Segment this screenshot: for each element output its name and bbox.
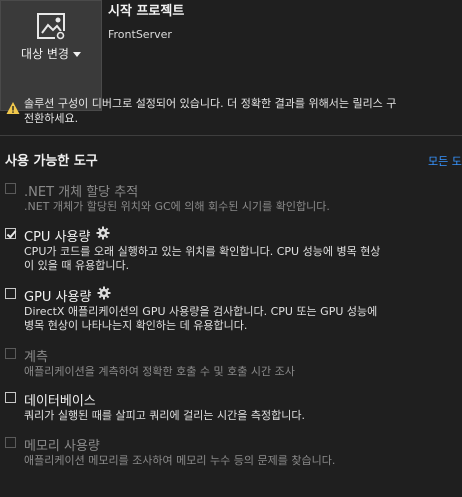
- tool-description: 애플리케이션을 계측하여 정확한 호출 수 및 호출 시간 조사: [24, 365, 295, 378]
- tool-name: GPU 사용량: [24, 290, 92, 305]
- start-project-name: FrontServer: [108, 28, 172, 41]
- tool-checkbox: [5, 183, 16, 194]
- warning-line-1: 솔루션 구성이 디버그로 설정되어 있습니다. 더 정확한 결과를 위해서는 릴…: [24, 97, 397, 110]
- warning-icon: [6, 102, 20, 114]
- tool-name: 메모리 사용량: [24, 439, 100, 454]
- tool-item: GPU 사용량 DirectX 애플리케이션의 GPU 사용량을 검사합니다. C…: [5, 286, 445, 344]
- change-target-button[interactable]: 대상 변경: [0, 0, 102, 111]
- tool-checkbox[interactable]: [5, 228, 16, 239]
- available-tools-title: 사용 가능한 도구: [5, 154, 98, 169]
- tool-checkbox: [5, 348, 16, 359]
- tool-name: .NET 개체 할당 추적: [24, 185, 139, 200]
- change-target-label: 대상 변경: [1, 45, 101, 62]
- tool-description: .NET 개체가 할당된 위치와 GC에 의해 회수된 시기를 확인합니다.: [24, 200, 330, 213]
- tool-name: 데이터베이스: [24, 394, 96, 409]
- target-app-icon: [37, 13, 66, 40]
- show-all-tools-link[interactable]: 모든 도: [428, 153, 462, 169]
- settings-gear-icon[interactable]: [96, 226, 110, 240]
- tool-description: 쿼리가 실행된 때를 살피고 쿼리에 걸리는 시간을 측정합니다.: [24, 409, 305, 422]
- tool-description: 애플리케이션 메모리를 조사하여 메모리 누수 등의 문제를 찾습니다.: [24, 454, 336, 467]
- tool-name: 계측: [24, 350, 48, 365]
- settings-gear-icon[interactable]: [97, 286, 111, 300]
- tool-item: 메모리 사용량 애플리케이션 메모리를 조사하여 메모리 누수 등의 문제를 찾습…: [5, 435, 445, 493]
- tool-item: CPU 사용량 CPU가 코드를 오래 실행하고 있는 위치를 확인합니다. CP…: [5, 226, 445, 284]
- tool-checkbox: [5, 437, 16, 448]
- tool-checkbox[interactable]: [5, 392, 16, 403]
- warning-line-2: 전환하세요.: [24, 112, 79, 125]
- tool-name: CPU 사용량: [24, 230, 91, 245]
- tool-description: CPU가 코드를 오래 실행하고 있는 위치를 확인합니다. CPU 성능에 병…: [24, 245, 381, 272]
- chevron-down-icon: [72, 52, 81, 57]
- divider: [0, 135, 462, 136]
- debug-config-warning: 솔루션 구성이 디버그로 설정되어 있습니다. 더 정확한 결과를 위해서는 릴…: [24, 96, 462, 126]
- tool-checkbox[interactable]: [5, 288, 16, 299]
- tool-description: DirectX 애플리케이션의 GPU 사용량을 검사합니다. CPU 또는 G…: [24, 305, 378, 332]
- start-project-title: 시작 프로젝트: [108, 4, 185, 19]
